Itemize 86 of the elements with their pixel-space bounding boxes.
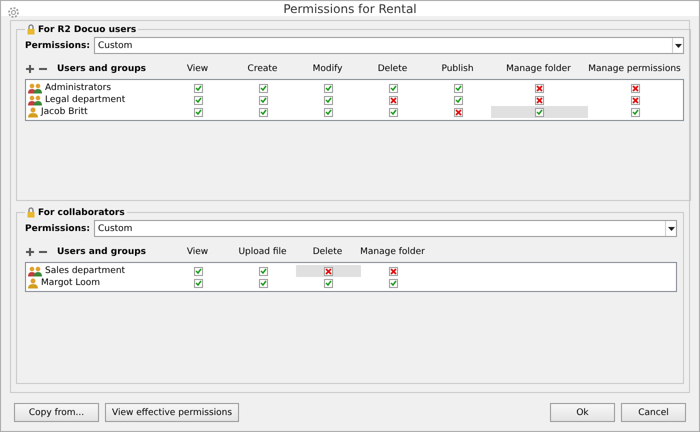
cross-icon [390,268,397,274]
checkmark-icon [390,280,397,286]
permissions-dropdown[interactable]: Custom [94,37,684,54]
checkmark-icon [632,109,639,115]
permission-checkbox[interactable] [259,278,268,288]
column-header: Upload file [237,247,288,257]
permission-checkbox[interactable] [324,96,333,104]
permission-checkbox[interactable] [259,84,268,92]
cross-icon [632,96,639,104]
cross-icon [325,268,332,274]
permission-checkbox[interactable] [389,84,398,92]
permission-checkbox[interactable] [631,108,640,116]
permission-checkbox[interactable] [194,96,203,104]
permission-checkbox[interactable] [454,96,463,104]
dropdown-arrow-icon[interactable] [668,226,674,230]
users-icon [28,82,42,94]
permission-checkbox[interactable] [535,84,544,92]
cross-icon [455,108,462,116]
permissions-label: Permissions: [25,40,90,50]
permission-checkbox[interactable] [454,84,463,92]
window-title: Permissions for Rental [283,2,417,16]
permission-checkbox[interactable] [324,266,333,276]
permission-checkbox[interactable] [324,84,333,92]
group-title: For R2 Docuo users [38,24,136,34]
user-name[interactable]: Sales department [45,266,126,276]
group-title: For collaborators [38,208,125,218]
permission-checkbox[interactable] [631,84,640,92]
permission-checkbox[interactable] [324,278,333,288]
cross-icon [536,84,543,92]
column-header: View [186,64,210,74]
permission-checkbox[interactable] [535,108,544,116]
cross-icon [632,84,639,92]
permission-checkbox[interactable] [535,96,544,104]
checkmark-icon [536,109,543,115]
column-header: View [186,247,210,257]
dropdown-arrow-icon[interactable] [674,44,682,48]
settings-icon[interactable] [7,6,20,19]
permission-checkbox[interactable] [631,96,640,104]
permission-checkbox[interactable] [389,108,398,116]
user-icon [28,106,38,118]
permission-checkbox[interactable] [389,266,398,276]
permission-checkbox[interactable] [324,108,333,116]
checkmark-icon [390,109,397,115]
column-header: Manage folder [360,247,425,257]
permission-checkbox[interactable] [259,96,268,104]
permission-checkbox[interactable] [454,108,463,116]
cross-icon [390,96,397,104]
user-icon [28,278,38,288]
add-icon[interactable] [25,247,35,257]
permission-checkbox[interactable] [194,266,203,276]
permissions-label: Permissions: [25,224,90,234]
cross-icon [536,96,543,104]
permission-checkbox[interactable] [259,266,268,276]
column-header: Users and groups [57,64,146,74]
users-icon [28,94,42,106]
column-header: Delete [312,247,344,257]
column-header: Publish [440,64,475,74]
user-name[interactable]: Administrators [45,83,112,93]
users-icon [28,266,42,276]
user-name[interactable]: Legal department [45,95,126,105]
user-name[interactable]: Margot Loom [41,278,100,288]
permission-checkbox[interactable] [389,96,398,104]
lock-icon [27,207,35,218]
dialog-button[interactable]: View effective permissions [105,403,240,422]
permission-cell[interactable] [296,265,361,277]
column-header: Modify [312,64,344,74]
permission-checkbox[interactable] [194,108,203,116]
permission-cell[interactable] [491,106,588,118]
permission-checkbox[interactable] [389,278,398,288]
permissions-dropdown[interactable]: Custom [94,220,677,237]
add-icon[interactable] [25,64,35,74]
checkmark-icon [390,85,397,91]
column-header: Manage permissions [587,64,682,74]
dialog-button[interactable]: Copy from... [14,403,99,422]
column-header: Manage folder [505,64,572,74]
column-header: Create [246,64,278,74]
lock-icon [27,24,35,35]
dialog-button[interactable]: Ok [550,403,615,422]
checkmark-icon [325,280,332,286]
permission-checkbox[interactable] [259,108,268,116]
dialog-button[interactable]: Cancel [621,403,686,422]
user-name[interactable]: Jacob Britt [41,107,88,117]
permission-checkbox[interactable] [194,84,203,92]
column-header: Delete [376,64,408,74]
column-header: Users and groups [57,247,146,257]
permission-checkbox[interactable] [194,278,203,288]
